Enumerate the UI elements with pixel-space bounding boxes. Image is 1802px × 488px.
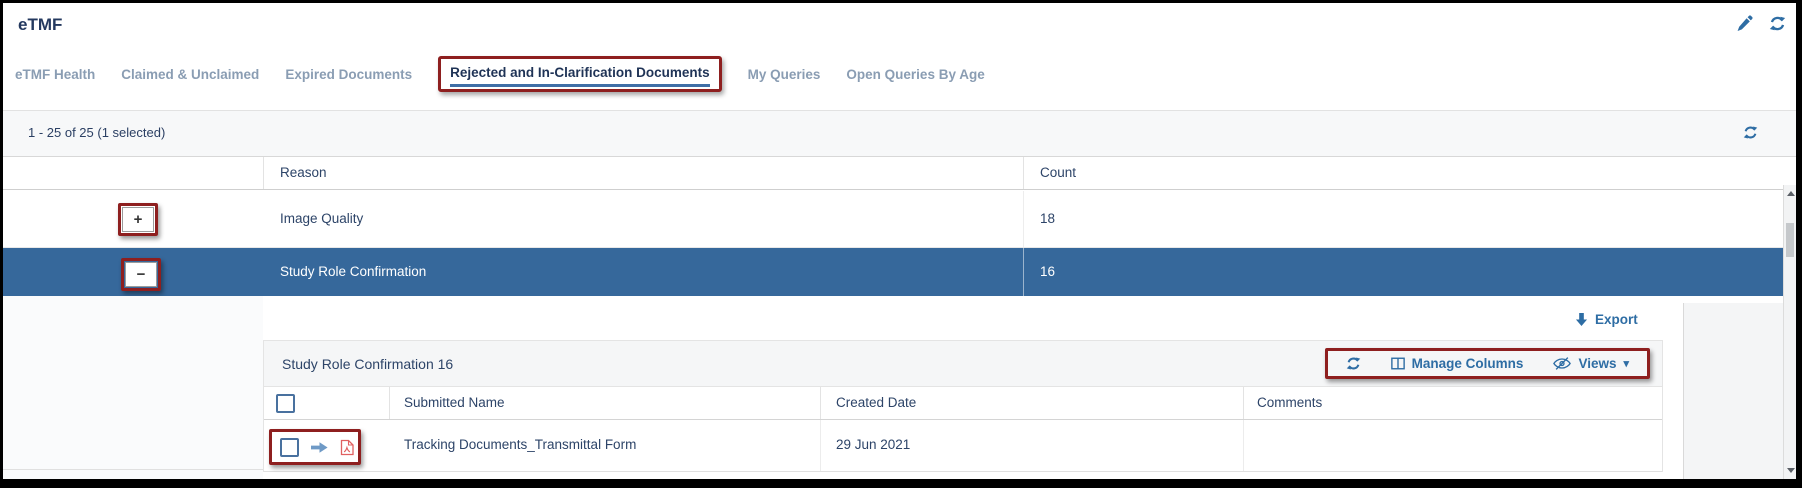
etmf-dashboard: eTMF eTMF Health Claimed & Unclaimed Exp… [3, 3, 1796, 479]
annotation-box-active-tab: Rejected and In-Clarification Documents [438, 56, 722, 92]
page-title: eTMF [18, 15, 62, 35]
record-count-bar: 1 - 25 of 25 (1 selected) [3, 110, 1796, 157]
expanded-left-gutter [3, 296, 263, 479]
column-header-count[interactable]: Count [1040, 165, 1076, 180]
table-row-study-role-confirmation-selected[interactable]: − Study Role Confirmation 16 [3, 248, 1783, 296]
scrollbar-thumb[interactable] [1786, 223, 1794, 257]
export-link[interactable]: Export [1575, 312, 1638, 327]
column-header-created-date[interactable]: Created Date [836, 395, 916, 410]
views-label: Views [1578, 356, 1616, 371]
scrollbar-up-arrow-icon[interactable] [1787, 191, 1795, 196]
count-cell: 16 [1040, 264, 1055, 279]
scrollbar-down-arrow-icon[interactable] [1787, 468, 1795, 473]
expanded-right-background [1683, 303, 1783, 479]
reason-table-header: Reason Count [3, 157, 1783, 190]
select-all-checkbox[interactable] [276, 394, 295, 413]
screenshot-root: eTMF eTMF Health Claimed & Unclaimed Exp… [0, 0, 1802, 488]
tab-claimed-unclaimed[interactable]: Claimed & Unclaimed [121, 67, 259, 82]
column-divider [1023, 191, 1024, 247]
submitted-name-cell: Tracking Documents_Transmittal Form [404, 437, 636, 452]
column-divider [820, 387, 821, 419]
manage-columns-label: Manage Columns [1412, 356, 1524, 371]
dashboard-tabs: eTMF Health Claimed & Unclaimed Expired … [15, 50, 985, 98]
reason-cell: Image Quality [280, 211, 363, 226]
views-dropdown-button[interactable]: Views ▾ [1553, 356, 1629, 371]
row-bottom-border [3, 469, 263, 470]
document-row[interactable]: Tracking Documents_Transmittal Form 29 J… [264, 420, 1662, 472]
documents-table-header: Submitted Name Created Date Comments [264, 387, 1662, 420]
tab-open-queries-by-age[interactable]: Open Queries By Age [846, 67, 984, 82]
column-divider [1023, 157, 1024, 189]
column-header-comments[interactable]: Comments [1257, 395, 1322, 410]
refresh-icon[interactable] [1769, 15, 1786, 32]
subpanel-title: Study Role Confirmation 16 [282, 356, 453, 372]
column-divider [1243, 420, 1244, 471]
table-row-image-quality[interactable]: + Image Quality 18 [3, 191, 1783, 248]
tab-etmf-health[interactable]: eTMF Health [15, 67, 95, 82]
tab-rejected-in-clarification[interactable]: Rejected and In-Clarification Documents [450, 65, 710, 87]
subpanel-header: Study Role Confirmation 16 [264, 340, 1662, 387]
eye-slash-icon [1553, 356, 1571, 371]
annotation-box-toolbar: Manage Columns Views ▾ [1325, 348, 1650, 379]
expand-plus-button[interactable]: + [122, 207, 154, 232]
annotation-box-expand-button: + [118, 203, 158, 236]
column-divider [820, 420, 821, 471]
collapse-minus-button[interactable]: − [125, 262, 157, 287]
tab-expired-documents[interactable]: Expired Documents [285, 67, 412, 82]
study-role-confirmation-panel: Study Role Confirmation 16 [263, 340, 1663, 472]
edit-pencil-icon[interactable] [1736, 15, 1753, 32]
manage-columns-button[interactable]: Manage Columns [1391, 356, 1524, 371]
app-header: eTMF [3, 3, 1796, 50]
column-divider [263, 157, 264, 189]
reason-cell: Study Role Confirmation [280, 264, 426, 279]
count-cell: 18 [1040, 211, 1055, 226]
column-divider [1023, 248, 1024, 296]
header-actions [1736, 15, 1786, 32]
grid-refresh-icon[interactable] [1743, 125, 1758, 145]
column-divider [389, 387, 390, 419]
download-arrow-icon [1575, 312, 1588, 327]
annotation-box-row-actions [269, 429, 361, 465]
created-date-cell: 29 Jun 2021 [836, 437, 910, 452]
column-header-submitted-name[interactable]: Submitted Name [404, 395, 505, 410]
column-header-reason[interactable]: Reason [280, 165, 327, 180]
annotation-box-collapse-button: − [121, 258, 161, 291]
caret-down-icon: ▾ [1623, 357, 1629, 370]
column-divider [1243, 387, 1244, 419]
subtable-refresh-icon[interactable] [1346, 356, 1361, 371]
vertical-scrollbar[interactable] [1783, 185, 1796, 479]
columns-icon [1391, 357, 1405, 370]
record-count-text: 1 - 25 of 25 (1 selected) [28, 125, 165, 140]
open-document-arrow-icon[interactable] [311, 441, 328, 454]
pdf-file-icon[interactable] [340, 439, 354, 456]
export-label: Export [1595, 312, 1638, 327]
row-checkbox[interactable] [280, 438, 299, 457]
tab-my-queries[interactable]: My Queries [748, 67, 821, 82]
